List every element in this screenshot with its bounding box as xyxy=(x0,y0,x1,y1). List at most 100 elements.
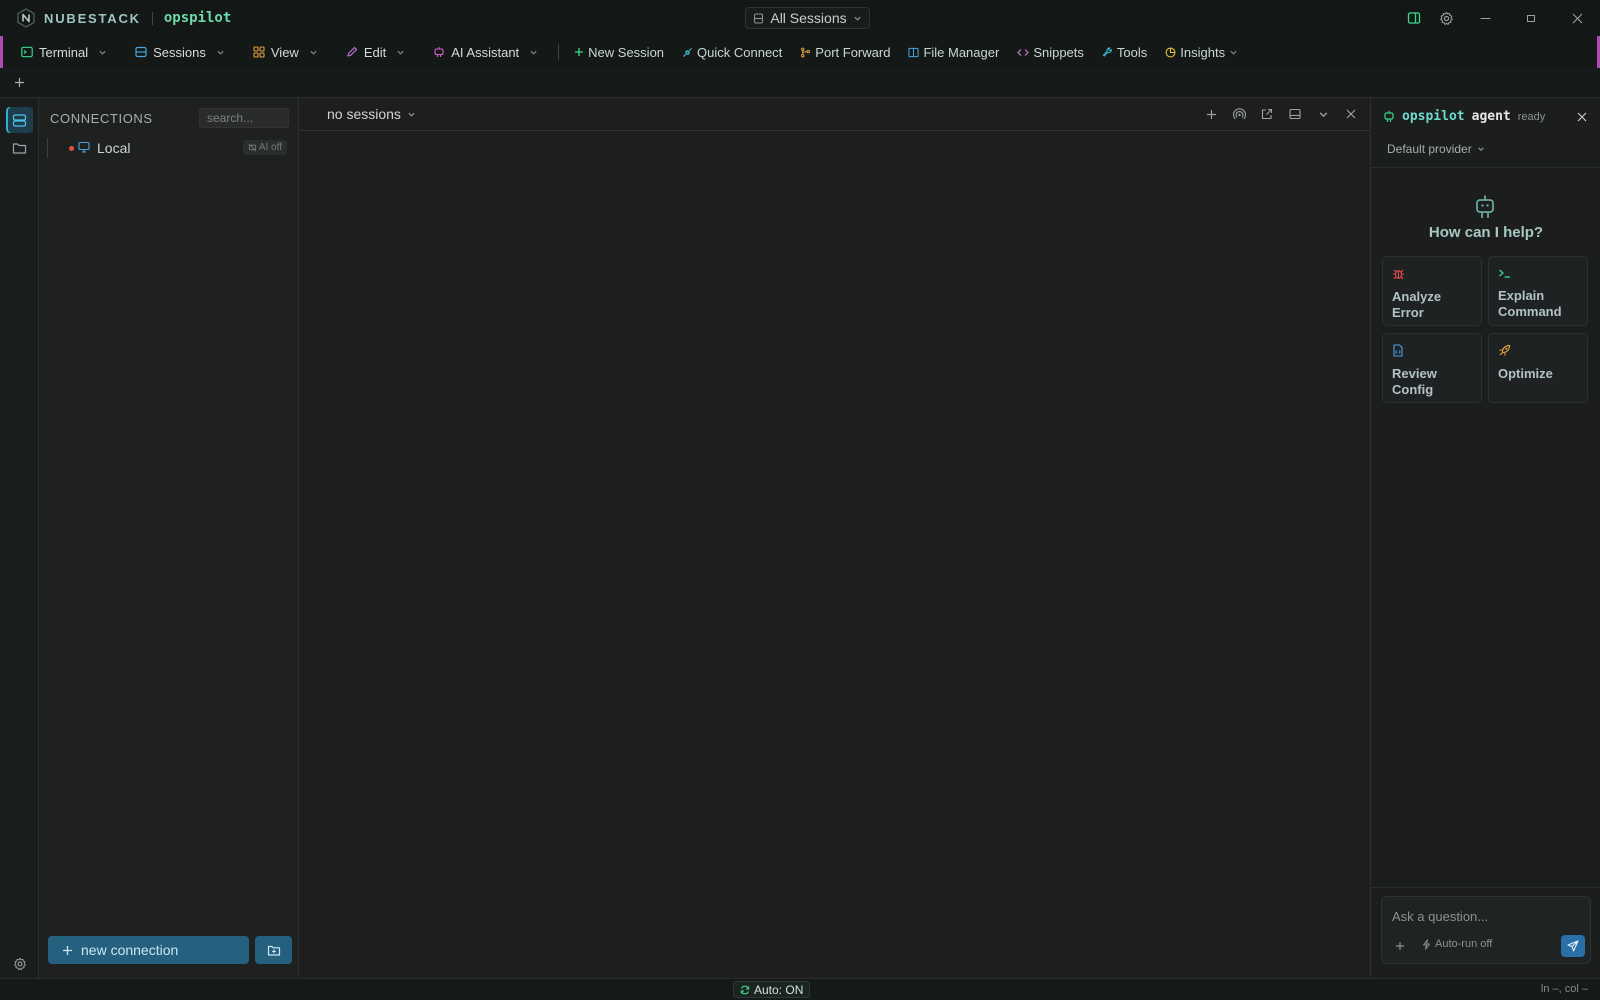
new-connection-label: new connection xyxy=(81,942,179,958)
pie-chart-icon xyxy=(1165,47,1176,58)
close-icon xyxy=(1572,13,1583,24)
sidebar-title: CONNECTIONS xyxy=(50,111,153,126)
menu-view-label: View xyxy=(270,44,299,60)
columns-icon xyxy=(908,47,920,58)
insights-button[interactable]: Insights xyxy=(1156,36,1247,68)
terminal-header: no sessions xyxy=(299,98,1370,131)
chevron-down-icon xyxy=(98,48,107,57)
terminal-prompt-icon xyxy=(1498,267,1511,279)
grid-icon xyxy=(253,46,265,58)
connection-name: Local xyxy=(97,140,131,156)
menu-edit-label: Edit xyxy=(363,44,387,60)
session-dropdown[interactable]: no sessions xyxy=(327,106,416,122)
plus-icon xyxy=(574,47,584,57)
agent-divider xyxy=(1371,167,1600,168)
quick-connect-button[interactable]: Quick Connect xyxy=(673,36,791,68)
terminal-area: no sessions xyxy=(299,98,1370,978)
analyze-error-button[interactable]: Analyze Error xyxy=(1382,256,1482,326)
session-scope-dropdown[interactable]: All Sessions xyxy=(745,7,870,29)
add-terminal-button[interactable] xyxy=(1197,102,1225,126)
sessions-icon xyxy=(753,12,764,24)
folder-icon xyxy=(12,141,27,155)
auto-run-toggle[interactable]: Auto-run off xyxy=(1422,938,1492,950)
menu-divider xyxy=(558,44,560,60)
close-icon xyxy=(1577,112,1587,122)
tools-button[interactable]: Tools xyxy=(1093,36,1156,68)
folder-plus-icon xyxy=(267,944,281,957)
code-icon xyxy=(1017,47,1030,58)
product-name: opspilot xyxy=(163,10,232,26)
menu-ai-assistant[interactable]: AI Assistant xyxy=(419,36,552,68)
close-agent-button[interactable] xyxy=(1571,107,1593,127)
new-folder-button[interactable] xyxy=(255,936,292,964)
git-branch-icon xyxy=(800,47,811,58)
minimize-button[interactable] xyxy=(1462,0,1508,36)
activity-bar xyxy=(0,98,39,978)
external-link-icon xyxy=(1261,108,1273,120)
sidebar-settings-button[interactable] xyxy=(6,951,33,977)
menu-edit[interactable]: Edit xyxy=(332,36,419,68)
agent-panel: opspilot agent ready Default provider Ho… xyxy=(1370,98,1600,978)
new-tab-button[interactable] xyxy=(0,68,38,98)
menu-terminal-label: Terminal xyxy=(39,44,89,60)
explain-command-label: Explain Command xyxy=(1498,288,1562,319)
send-button[interactable] xyxy=(1561,935,1585,957)
collapse-button[interactable] xyxy=(1309,102,1337,126)
sessions-icon xyxy=(135,46,147,58)
menu-ai-assistant-label: AI Assistant xyxy=(451,44,520,60)
new-connection-button[interactable]: new connection xyxy=(48,936,249,964)
connections-sidebar: CONNECTIONS Local AI off new connection xyxy=(39,98,299,978)
attach-context-button[interactable] xyxy=(1392,938,1408,954)
pop-out-button[interactable] xyxy=(1253,102,1281,126)
connections-view-button[interactable] xyxy=(6,107,33,133)
agent-greeting: How can I help? xyxy=(1428,224,1544,241)
terminal-icon xyxy=(21,46,33,58)
auto-mode-toggle[interactable]: Auto: ON xyxy=(733,981,811,998)
analyze-error-label: Analyze Error xyxy=(1392,289,1442,320)
toggle-panel-button[interactable] xyxy=(1398,0,1430,36)
window-controls xyxy=(1398,0,1600,36)
provider-label: Default provider xyxy=(1387,142,1472,156)
monitor-icon xyxy=(78,141,90,153)
connections-search-input[interactable] xyxy=(199,108,289,128)
optimize-label: Optimize xyxy=(1498,366,1553,381)
bug-icon xyxy=(1392,267,1405,280)
server-icon xyxy=(12,113,27,128)
menu-terminal[interactable]: Terminal xyxy=(3,36,121,68)
file-code-icon xyxy=(1392,344,1404,357)
new-session-button[interactable]: New Session xyxy=(565,36,673,68)
connection-item-local[interactable]: Local AI off xyxy=(47,136,291,160)
port-forward-button[interactable]: Port Forward xyxy=(791,36,899,68)
close-terminal-button[interactable] xyxy=(1337,102,1365,126)
composer-divider xyxy=(1371,887,1600,888)
toggle-bottom-panel-button[interactable] xyxy=(1281,102,1309,126)
question-input[interactable] xyxy=(1392,906,1582,926)
robot-icon xyxy=(433,46,445,58)
agent-header: opspilot agent ready xyxy=(1383,109,1545,124)
plus-icon xyxy=(1206,109,1217,120)
file-manager-label: File Manager xyxy=(923,44,1000,60)
explain-command-button[interactable]: Explain Command xyxy=(1488,256,1588,326)
broadcast-button[interactable] xyxy=(1225,102,1253,126)
optimize-button[interactable]: Optimize xyxy=(1488,333,1588,403)
close-window-button[interactable] xyxy=(1554,0,1600,36)
settings-button[interactable] xyxy=(1430,0,1462,36)
menu-sessions[interactable]: Sessions xyxy=(121,36,239,68)
tab-strip xyxy=(0,68,1600,98)
files-view-button[interactable] xyxy=(6,135,33,161)
menu-view[interactable]: View xyxy=(239,36,332,68)
chevron-down-icon xyxy=(407,110,416,119)
tree-guide-line xyxy=(47,138,48,158)
review-config-button[interactable]: Review Config xyxy=(1382,333,1482,403)
nubestack-logo-icon xyxy=(16,8,36,28)
snippets-label: Snippets xyxy=(1033,44,1084,60)
chevron-down-icon xyxy=(1318,109,1329,120)
plus-icon xyxy=(1395,941,1405,951)
maximize-button[interactable] xyxy=(1508,0,1554,36)
snippets-button[interactable]: Snippets xyxy=(1008,36,1093,68)
file-manager-button[interactable]: File Manager xyxy=(899,36,1008,68)
provider-dropdown[interactable]: Default provider xyxy=(1387,142,1485,156)
chevron-down-icon xyxy=(216,48,225,57)
review-config-label: Review Config xyxy=(1392,366,1437,397)
new-session-label: New Session xyxy=(588,44,665,60)
